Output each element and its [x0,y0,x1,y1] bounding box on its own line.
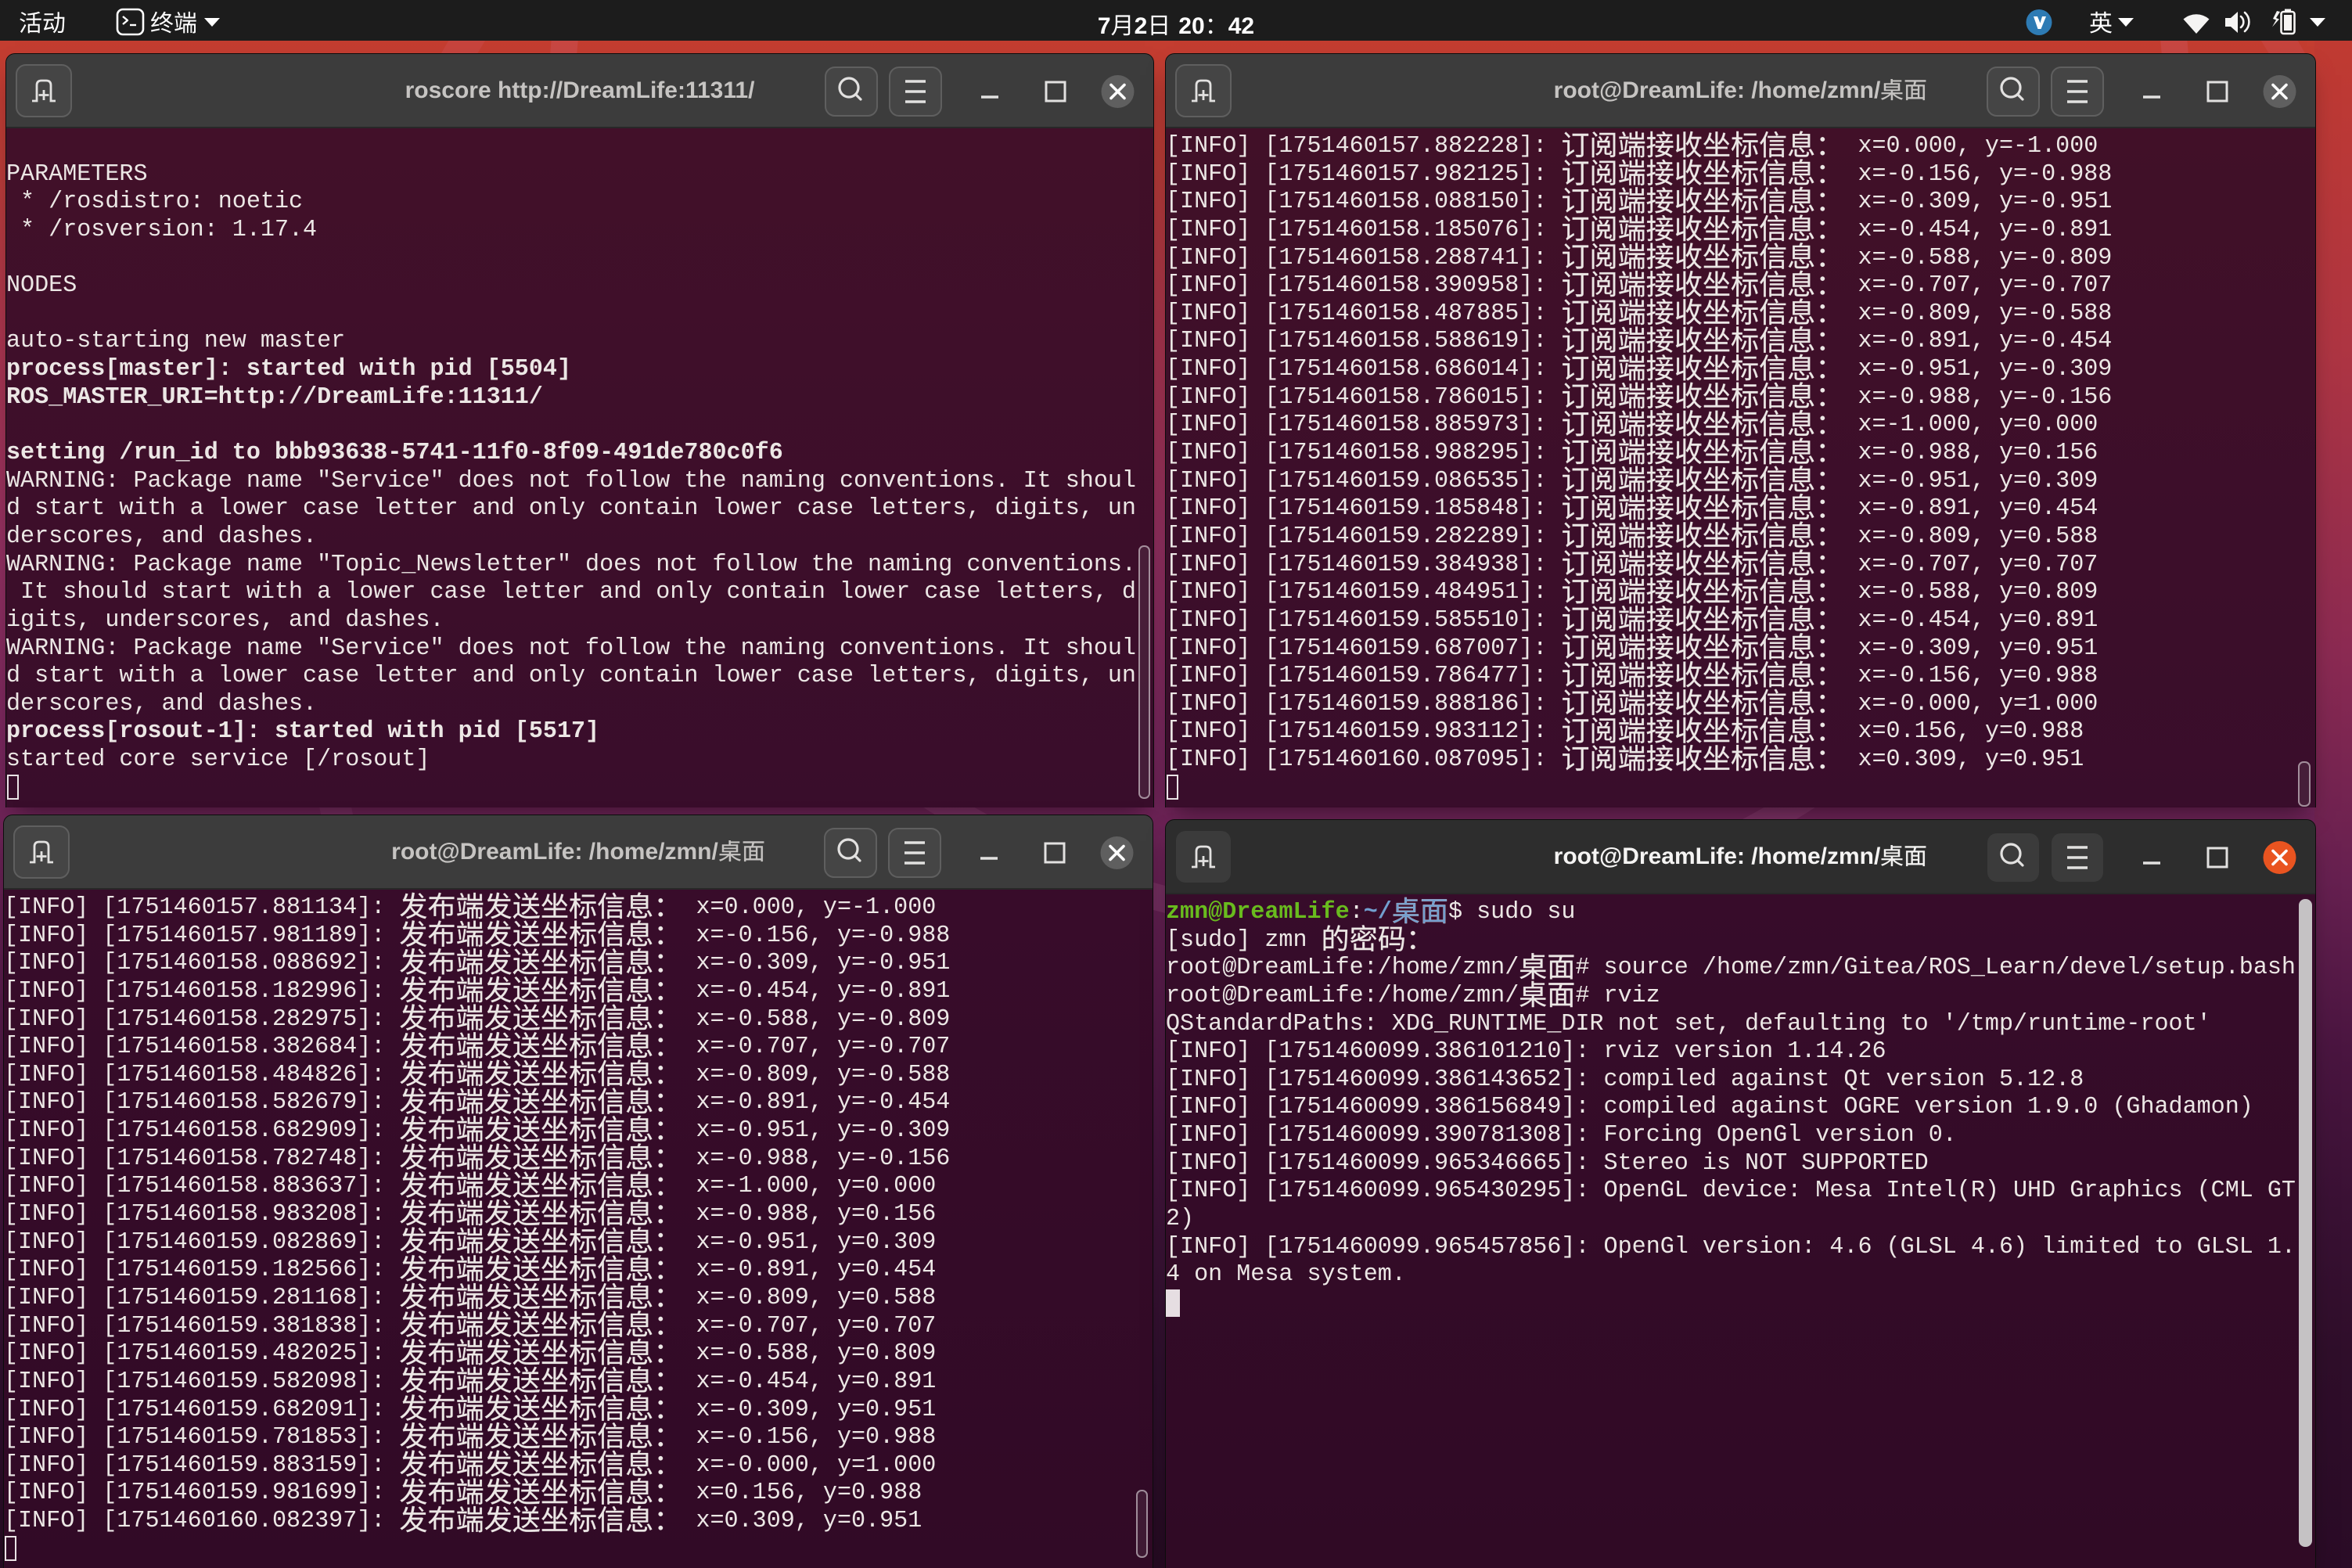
svg-text:7: 7 [1098,13,1111,39]
svg-text:2: 2 [1135,13,1148,39]
svg-text:20: 20 [1178,13,1204,39]
svg-text:42: 42 [1228,13,1254,39]
